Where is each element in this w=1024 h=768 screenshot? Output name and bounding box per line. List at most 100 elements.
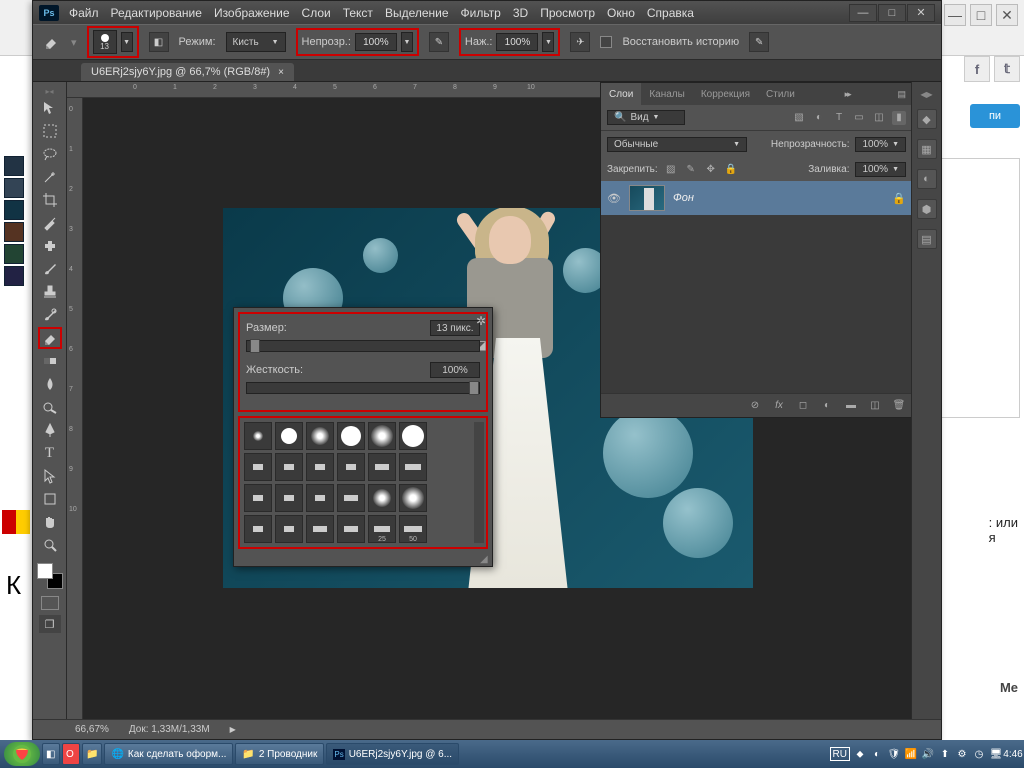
brush-preview[interactable]: 13	[93, 30, 117, 54]
lasso-tool[interactable]	[38, 143, 62, 165]
eraser-tool[interactable]	[38, 327, 62, 349]
brush-preset[interactable]	[337, 515, 365, 543]
opacity-input[interactable]: 100%	[355, 33, 397, 51]
brush-preset[interactable]	[306, 453, 334, 481]
doc-size[interactable]: Док: 1,33M/1,33M	[129, 724, 210, 735]
adjustments-panel-icon[interactable]: ◐	[917, 169, 937, 189]
path-select-tool[interactable]	[38, 465, 62, 487]
menu-filter[interactable]: Фильтр	[461, 6, 501, 20]
color-panel-icon[interactable]: ◆	[917, 109, 937, 129]
brush-preset[interactable]	[275, 484, 303, 512]
layer-thumbnail[interactable]	[629, 185, 665, 211]
zoom-tool[interactable]	[38, 534, 62, 556]
browser-min-icon[interactable]: —	[944, 4, 966, 26]
lang-indicator[interactable]: RU	[830, 747, 850, 761]
blue-button[interactable]: пи	[970, 104, 1020, 128]
brush-preset[interactable]	[306, 484, 334, 512]
layer-mask-icon[interactable]: ◻	[796, 399, 810, 413]
layers-panel-icon[interactable]: ▤	[917, 229, 937, 249]
filter-toggle-icon[interactable]: ▮	[892, 111, 906, 125]
tray-icon[interactable]: ⚙	[955, 747, 969, 761]
hardness-slider[interactable]	[246, 382, 480, 394]
layer-opacity-input[interactable]: 100%▼	[855, 137, 906, 152]
taskbar-item[interactable]: 🌐Как сделать оформ...	[104, 743, 233, 765]
menu-image[interactable]: Изображение	[214, 6, 290, 20]
taskbar-clock[interactable]: 4:46	[1006, 747, 1020, 761]
menu-file[interactable]: Файл	[69, 6, 99, 20]
twitter-icon[interactable]: 𝕥	[994, 56, 1020, 82]
brush-preset[interactable]	[244, 515, 272, 543]
panel-collapse-icon[interactable]: ▸▸	[839, 89, 856, 100]
taskbar-quicklaunch[interactable]: 📁	[82, 743, 102, 765]
tray-icon[interactable]: 📶	[904, 747, 918, 761]
menu-type[interactable]: Текст	[343, 6, 373, 20]
tab-corrections[interactable]: Коррекция	[693, 83, 758, 105]
type-tool[interactable]: T	[38, 442, 62, 464]
minimize-icon[interactable]: —	[849, 4, 877, 22]
browser-max-icon[interactable]: □	[970, 4, 992, 26]
fill-input[interactable]: 100%▼	[855, 162, 906, 177]
new-layer-icon[interactable]: ◫	[868, 399, 882, 413]
layer-item[interactable]: 👁 Фон 🔒	[601, 181, 912, 215]
layer-lock-icon[interactable]: 🔒	[892, 192, 906, 205]
lock-transparency-icon[interactable]: ▨	[664, 162, 678, 176]
tab-layers[interactable]: Слои	[601, 83, 641, 105]
tray-icon[interactable]: ⬥	[853, 747, 867, 761]
hardness-input[interactable]: 100%	[430, 362, 480, 378]
adjustment-layer-icon[interactable]: ◐	[820, 399, 834, 413]
tray-icon[interactable]: ⬆	[938, 747, 952, 761]
tab-channels[interactable]: Каналы	[641, 83, 693, 105]
brush-preset[interactable]	[399, 453, 427, 481]
resize-handle-icon[interactable]: ◢	[480, 554, 490, 564]
menu-view[interactable]: Просмотр	[540, 6, 595, 20]
lock-all-icon[interactable]: 🔒	[724, 162, 738, 176]
brush-preset[interactable]	[337, 422, 365, 450]
document-tab[interactable]: U6ERj2sjy6Y.jpg @ 66,7% (RGB/8#) ×	[81, 63, 294, 81]
foreground-background-colors[interactable]	[37, 563, 63, 589]
visibility-eye-icon[interactable]: 👁	[607, 192, 621, 205]
pressure-opacity-icon[interactable]: ✎	[429, 32, 449, 52]
tray-icon[interactable]: 🛡	[887, 747, 901, 761]
lock-pixels-icon[interactable]: ✎	[684, 162, 698, 176]
pressure-size-icon[interactable]: ✎	[749, 32, 769, 52]
brush-preset[interactable]	[368, 484, 396, 512]
layer-fx-icon[interactable]: fx	[772, 399, 786, 413]
swatches-panel-icon[interactable]: ▦	[917, 139, 937, 159]
panel-menu-icon[interactable]: ▤	[891, 89, 912, 100]
erase-history-checkbox[interactable]	[600, 36, 612, 48]
pen-tool[interactable]	[38, 419, 62, 441]
opacity-dropdown-icon[interactable]: ▼	[401, 32, 413, 52]
filter-type-icon[interactable]: T	[832, 111, 846, 125]
menu-select[interactable]: Выделение	[385, 6, 449, 20]
menu-layer[interactable]: Слои	[302, 6, 331, 20]
layer-name[interactable]: Фон	[673, 192, 694, 204]
airbrush-icon[interactable]: ✈	[570, 32, 590, 52]
link-layers-icon[interactable]: ⊘	[748, 399, 762, 413]
brush-preset[interactable]	[244, 453, 272, 481]
start-button[interactable]	[4, 742, 40, 766]
taskbar-quicklaunch[interactable]: O	[62, 743, 80, 765]
styles-panel-icon[interactable]: ⬢	[917, 199, 937, 219]
tray-icon[interactable]: 🔊	[921, 747, 935, 761]
tab-close-icon[interactable]: ×	[278, 67, 284, 78]
gradient-tool[interactable]	[38, 350, 62, 372]
presets-scrollbar[interactable]	[474, 422, 484, 543]
popup-gear-icon[interactable]: ✲	[474, 314, 488, 328]
status-arrow-icon[interactable]: ▶	[230, 725, 236, 734]
brush-preset[interactable]	[368, 453, 396, 481]
filter-adjust-icon[interactable]: ◐	[812, 111, 826, 125]
size-slider[interactable]	[246, 340, 480, 352]
facebook-icon[interactable]: f	[964, 56, 990, 82]
marquee-tool[interactable]	[38, 120, 62, 142]
brush-preset[interactable]	[368, 422, 396, 450]
brush-tool[interactable]	[38, 258, 62, 280]
healing-tool[interactable]	[38, 235, 62, 257]
blend-mode-select[interactable]: Обычные▼	[607, 137, 747, 152]
move-tool[interactable]	[38, 97, 62, 119]
menu-edit[interactable]: Редактирование	[111, 6, 202, 20]
brush-dropdown-icon[interactable]: ▼	[121, 32, 133, 52]
lock-position-icon[interactable]: ✥	[704, 162, 718, 176]
current-tool-eraser-icon[interactable]	[41, 32, 61, 52]
size-input[interactable]: 13 пикс.	[430, 320, 480, 336]
wand-tool[interactable]	[38, 166, 62, 188]
